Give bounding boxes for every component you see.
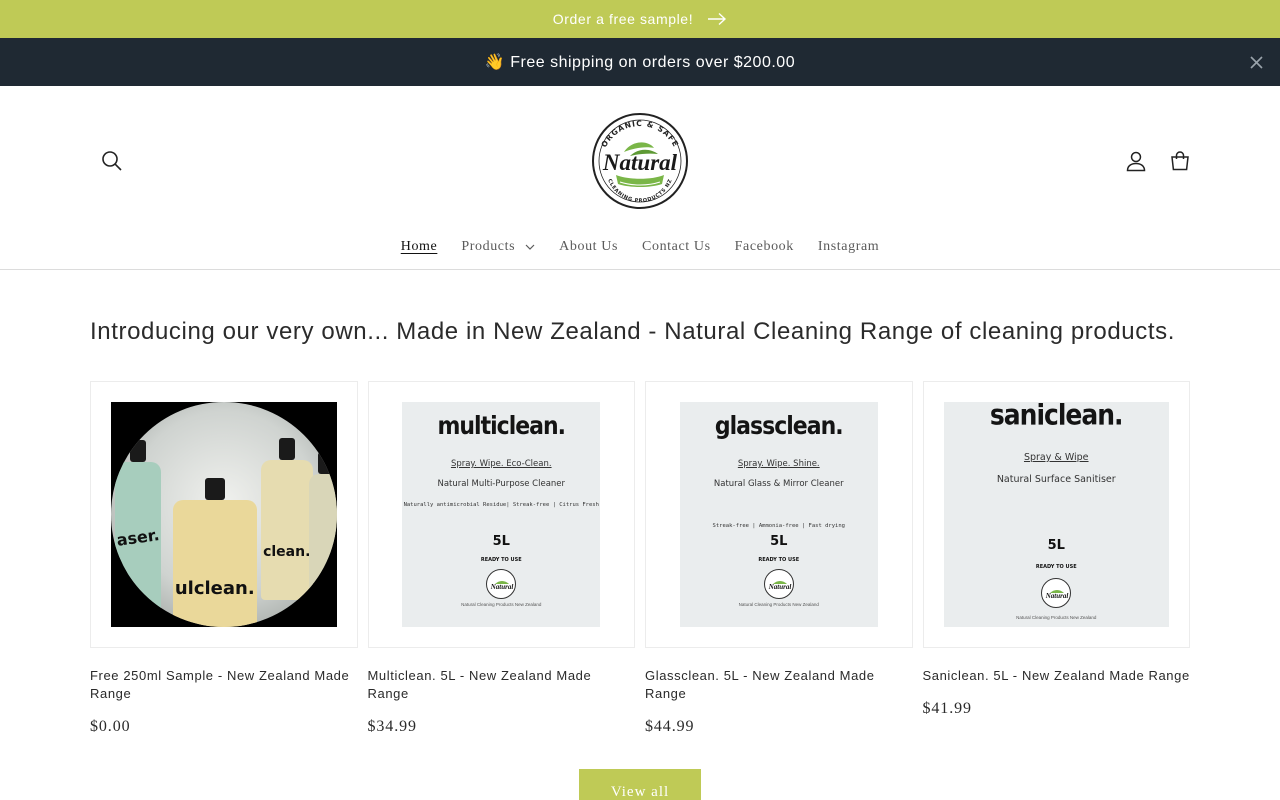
product-image-link[interactable]: multiclean. Spray. Wipe. Eco-Clean. Natu…	[367, 381, 635, 648]
user-icon	[1126, 151, 1146, 172]
nav-home[interactable]: Home	[389, 234, 450, 260]
product-image-link[interactable]: aser. clean. ulclean.	[90, 381, 358, 648]
account-button[interactable]	[1114, 139, 1158, 183]
product-title[interactable]: Free 250ml Sample - New Zealand Made Ran…	[90, 667, 358, 703]
product-price: $44.99	[645, 718, 695, 735]
search-button[interactable]	[90, 139, 134, 183]
nav-facebook[interactable]: Facebook	[723, 234, 806, 260]
svg-text:Natural: Natural	[602, 150, 678, 175]
chevron-down-icon	[525, 244, 535, 250]
arrow-right-icon	[708, 12, 727, 26]
product-image-link[interactable]: glassclean. Spray. Wipe. Shine. Natural …	[645, 381, 913, 648]
cart-icon	[1171, 151, 1189, 171]
view-all-button[interactable]: View all	[579, 769, 701, 800]
shipping-message: 👋 Free shipping on orders over $200.00	[484, 54, 796, 71]
product-image-saniclean: saniclean. Spray & Wipe Natural Surface …	[943, 402, 1169, 627]
collection-heading: Introducing our very own... Made in New …	[90, 318, 1175, 345]
product-grid: aser. clean. ulclean. Free 250ml Sample …	[90, 381, 1190, 736]
product-image-multiclean: multiclean. Spray. Wipe. Eco-Clean. Natu…	[402, 402, 601, 627]
product-price: $34.99	[367, 718, 417, 735]
product-title[interactable]: Multiclean. 5L - New Zealand Made Range	[368, 667, 636, 703]
product-card: aser. clean. ulclean. Free 250ml Sample …	[90, 381, 358, 736]
close-shipping-bar-button[interactable]	[1246, 52, 1266, 72]
site-header: ORGANIC & SAFE Natural CLEANING PRODUCTS…	[0, 86, 1280, 270]
close-icon	[1249, 55, 1263, 69]
natural-logo[interactable]: ORGANIC & SAFE Natural CLEANING PRODUCTS…	[588, 112, 692, 210]
product-card: saniclean. Spray & Wipe Natural Surface …	[922, 381, 1191, 736]
product-image-link[interactable]: saniclean. Spray & Wipe Natural Surface …	[922, 381, 1190, 648]
announcement-bar: Order a free sample!	[0, 0, 1280, 38]
product-card: glassclean. Spray. Wipe. Shine. Natural …	[645, 381, 913, 736]
svg-text:Natural: Natural	[490, 583, 514, 591]
svg-text:Natural: Natural	[767, 583, 791, 591]
product-price: $0.00	[90, 718, 131, 735]
product-price: $41.99	[922, 700, 972, 717]
svg-text:Natural: Natural	[1045, 592, 1069, 600]
free-sample-text: Order a free sample!	[552, 11, 694, 27]
free-sample-link[interactable]: Order a free sample!	[553, 11, 727, 27]
product-title[interactable]: Glassclean. 5L - New Zealand Made Range	[645, 667, 913, 703]
shipping-bar: 👋 Free shipping on orders over $200.00	[0, 38, 1280, 86]
nav-products[interactable]: Products	[449, 234, 547, 260]
product-image-glassclean: glassclean. Spray. Wipe. Shine. Natural …	[679, 402, 878, 627]
nav-about-us[interactable]: About Us	[547, 234, 630, 260]
nav-contact-us[interactable]: Contact Us	[630, 234, 723, 260]
search-icon	[102, 151, 122, 171]
product-image-sample: aser. clean. ulclean.	[110, 402, 337, 627]
main-nav: Home Products About Us Contact Us Facebo…	[0, 234, 1280, 260]
product-card: multiclean. Spray. Wipe. Eco-Clean. Natu…	[367, 381, 636, 736]
product-title[interactable]: Saniclean. 5L - New Zealand Made Range	[923, 667, 1191, 685]
nav-instagram[interactable]: Instagram	[806, 234, 891, 260]
cart-button[interactable]	[1158, 139, 1202, 183]
